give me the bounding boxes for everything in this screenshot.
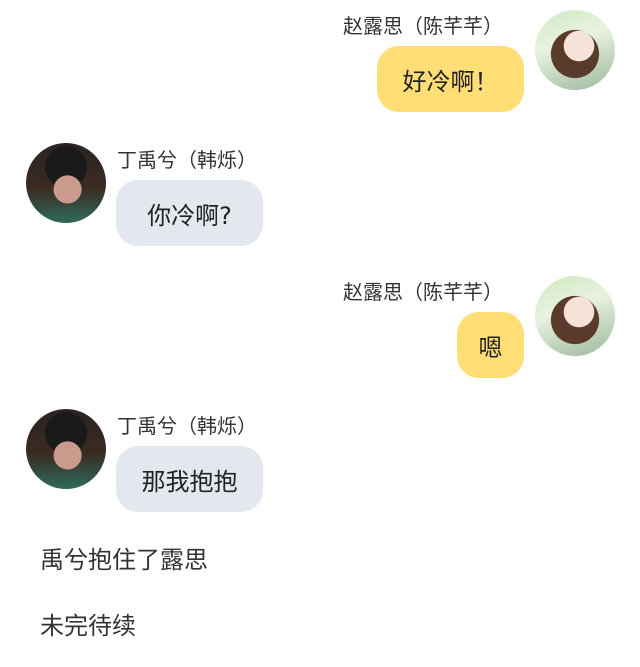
narration-text: 未完待续	[40, 612, 136, 640]
sender-name: 赵露思（陈芊芊）	[343, 14, 503, 38]
message-bubble[interactable]: 嗯	[457, 312, 524, 378]
message-bubble[interactable]: 好冷啊！	[377, 46, 524, 112]
avatar[interactable]	[26, 409, 106, 489]
sender-name: 赵露思（陈芊芊）	[343, 280, 503, 304]
avatar[interactable]	[26, 143, 106, 223]
message-bubble[interactable]: 你冷啊?	[116, 180, 263, 246]
avatar[interactable]	[535, 276, 615, 356]
sender-name: 丁禹兮（韩烁）	[117, 414, 257, 438]
message-bubble[interactable]: 那我抱抱	[116, 446, 263, 512]
narration-text: 禹兮抱住了露思	[40, 546, 208, 574]
sender-name: 丁禹兮（韩烁）	[117, 148, 257, 172]
avatar[interactable]	[535, 10, 615, 90]
